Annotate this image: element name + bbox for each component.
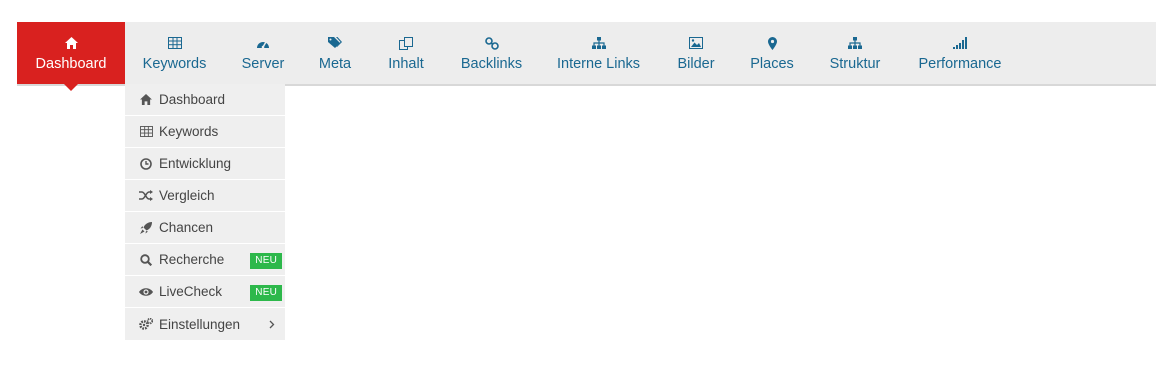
cogs-icon xyxy=(139,317,153,331)
dropdown-item-livecheck[interactable]: LiveCheck NEU xyxy=(125,276,285,308)
nav-item-label: Inhalt xyxy=(388,56,424,72)
new-badge: NEU xyxy=(250,253,282,269)
nav-item-inhalt[interactable]: Inhalt xyxy=(368,22,444,84)
dropdown-item-label: Entwicklung xyxy=(159,156,232,171)
dropdown-item-vergleich[interactable]: Vergleich xyxy=(125,180,285,212)
shuffle-icon xyxy=(139,189,153,203)
nav-item-keywords[interactable]: Keywords xyxy=(125,22,224,84)
dropdown-item-recherche[interactable]: Recherche NEU xyxy=(125,244,285,276)
search-icon xyxy=(139,253,153,267)
nav-item-performance[interactable]: Performance xyxy=(900,22,1020,84)
nav-item-dashboard[interactable]: Dashboard xyxy=(17,22,125,91)
sitemap-icon xyxy=(848,36,862,50)
map-marker-icon xyxy=(767,36,777,50)
nav-item-interne-links[interactable]: Interne Links xyxy=(539,22,658,84)
nav-item-label: Interne Links xyxy=(556,56,641,72)
signal-icon xyxy=(953,36,967,50)
dropdown-item-einstellungen[interactable]: Einstellungen xyxy=(125,308,285,340)
dropdown-item-entwicklung[interactable]: Entwicklung xyxy=(125,148,285,180)
clock-icon xyxy=(139,157,153,171)
new-badge: NEU xyxy=(250,285,282,301)
dropdown-item-label: Vergleich xyxy=(159,188,215,203)
image-icon xyxy=(689,36,703,50)
nav-item-label: Struktur xyxy=(829,56,881,72)
sitemap-icon xyxy=(591,36,606,50)
nav-item-label: Backlinks xyxy=(460,56,523,72)
nav-item-label: Meta xyxy=(318,56,352,72)
dropdown-item-label: Dashboard xyxy=(159,92,226,107)
main-navbar: Dashboard Keywords Server Meta Inhalt Ba… xyxy=(17,22,1156,91)
dropdown-item-dashboard[interactable]: Dashboard xyxy=(125,84,285,116)
rocket-icon xyxy=(139,221,153,235)
table-icon xyxy=(167,36,182,50)
nav-item-meta[interactable]: Meta xyxy=(302,22,368,84)
nav-item-bilder[interactable]: Bilder xyxy=(658,22,734,84)
nav-item-label: Bilder xyxy=(677,56,715,72)
tags-icon xyxy=(328,36,342,50)
dropdown-item-label: Einstellungen xyxy=(159,316,241,332)
nav-item-label: Server xyxy=(241,56,285,72)
dashboard-dropdown-menu: Dashboard Keywords Entwicklung Vergleich… xyxy=(125,84,285,340)
link-icon xyxy=(484,36,499,50)
copy-icon xyxy=(399,36,413,50)
dashboard-gauge-icon xyxy=(256,36,270,50)
dropdown-item-label: LiveCheck xyxy=(159,284,223,299)
nav-item-label: Keywords xyxy=(142,56,207,72)
dropdown-item-keywords[interactable]: Keywords xyxy=(125,116,285,148)
dropdown-item-chancen[interactable]: Chancen xyxy=(125,212,285,244)
nav-item-struktur[interactable]: Struktur xyxy=(810,22,900,84)
dropdown-item-label: Recherche xyxy=(159,252,225,267)
dropdown-item-label: Chancen xyxy=(159,220,214,235)
nav-item-label: Dashboard xyxy=(35,56,107,72)
nav-item-label: Performance xyxy=(918,56,1002,72)
nav-item-server[interactable]: Server xyxy=(224,22,302,84)
home-icon xyxy=(139,93,153,107)
nav-item-places[interactable]: Places xyxy=(734,22,810,84)
chevron-right-icon xyxy=(267,318,277,330)
nav-item-backlinks[interactable]: Backlinks xyxy=(444,22,539,84)
nav-item-label: Places xyxy=(750,56,794,72)
home-icon xyxy=(64,36,78,50)
table-icon xyxy=(139,125,153,139)
eye-icon xyxy=(139,285,153,299)
dropdown-item-label: Keywords xyxy=(159,124,219,139)
